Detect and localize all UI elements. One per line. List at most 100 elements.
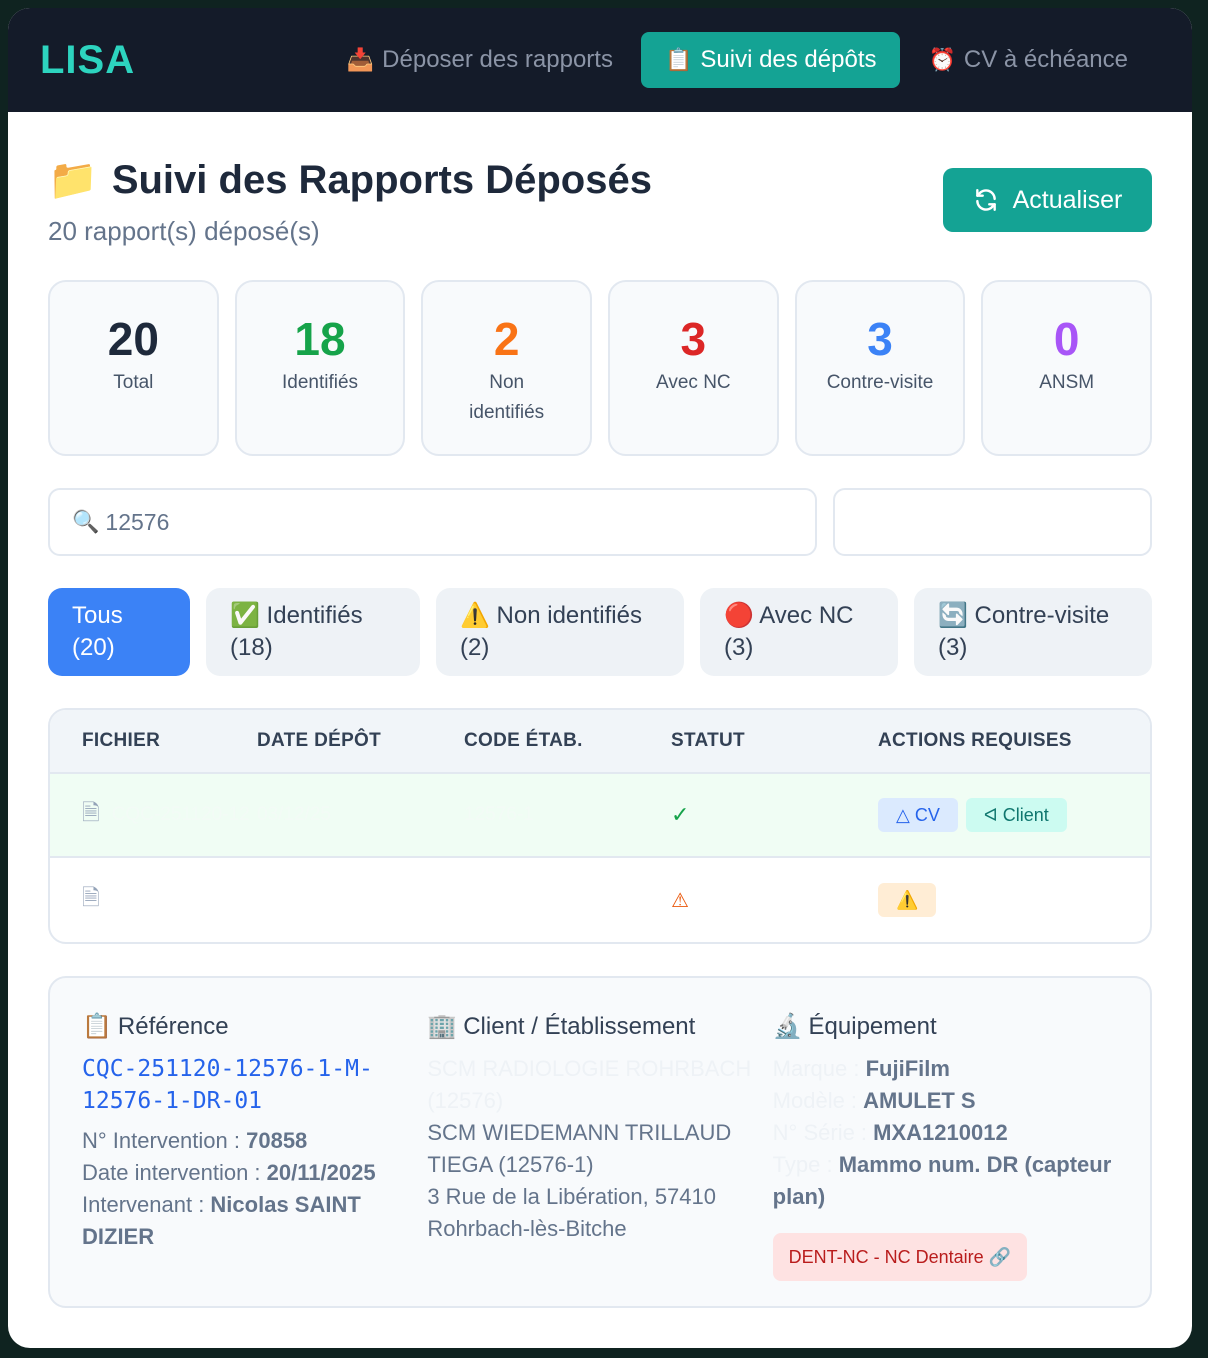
stat-label: ANSM: [1039, 372, 1095, 393]
field-value: 70858: [246, 1128, 308, 1153]
field-label: Modèle :: [772, 1088, 864, 1113]
filter-tous[interactable]: Tous (20): [48, 588, 190, 676]
reference-title: Référence: [117, 1013, 229, 1040]
actions-cell: △ CV ᐊ Client: [878, 798, 1150, 832]
building-icon: 🏢: [427, 1013, 458, 1040]
client-address: 3 Rue de la Libération, 57410 Rohrbach-l…: [427, 1184, 716, 1241]
file-name: CQC-251120-12: [111, 804, 250, 825]
stat-non-identifies[interactable]: 2 Non identifiés: [421, 280, 593, 456]
column-header[interactable]: FICHIER: [50, 730, 257, 752]
equipment-heading: 🔬 Équipement: [773, 1012, 1118, 1041]
search-input[interactable]: 🔍 12576: [48, 488, 817, 556]
stat-label: Total: [113, 372, 154, 393]
column-header[interactable]: STATUT: [671, 730, 878, 752]
equipment-marque: Marque : FujiFilm: [773, 1053, 1118, 1085]
alarm-clock-icon: ⏰: [928, 47, 956, 72]
refresh-button[interactable]: Actualiser: [943, 168, 1152, 232]
filter-label: ⚠️ Non identifiés: [460, 602, 642, 629]
field-label: N° Série :: [772, 1120, 874, 1145]
field-value: MXA1210012: [873, 1120, 1008, 1145]
refresh-icon: [975, 189, 996, 211]
stat-value: 3: [867, 313, 893, 365]
stat-ansm[interactable]: 0 ANSM: [981, 280, 1153, 456]
refresh-label: Actualiser: [1012, 185, 1123, 214]
nav-label: Suivi des dépôts: [700, 46, 877, 73]
file-icon: 🗎: [82, 800, 100, 825]
app-logo: LISA: [40, 37, 136, 82]
stat-contre-visite[interactable]: 3 Contre-visite: [794, 280, 966, 456]
file-icon: 🗎: [82, 885, 100, 910]
equipment-modele: Modèle : AMULET S: [773, 1085, 1118, 1117]
equipment-serie: N° Série : MXA1210012: [773, 1117, 1118, 1149]
page-title: 📁 Suivi des Rapports Déposés: [48, 156, 652, 203]
app-window: LISA 📥 Déposer des rapports 📋 Suivi des …: [8, 8, 1192, 1348]
field-label: Intervenant :: [82, 1192, 211, 1217]
inbox-tray-icon: 📥: [346, 47, 375, 72]
reference-heading: 📋 Référence: [82, 1012, 427, 1041]
search-icon: 🔍: [72, 509, 100, 534]
reference-section: 📋 Référence CQC-251120-12576-1-M-12576-1-…: [82, 1012, 427, 1306]
page-title-text: Suivi des Rapports Déposés: [111, 158, 652, 202]
table-row[interactable]: 🗎 CQC-251120-12 03/12/25 12576-1 ✓ △ CV ᐊ …: [50, 774, 1150, 858]
stat-value: 20: [107, 313, 159, 365]
reports-table: FICHIER DATE DÉPÔT CODE ÉTAB. STATUT ACT…: [48, 708, 1152, 944]
stat-label: Avec NC: [656, 372, 731, 393]
filter-count: (3): [938, 634, 968, 661]
nc-tag[interactable]: DENT-NC - NC Dentaire 🔗: [772, 1233, 1028, 1281]
check-icon: ✓: [671, 802, 690, 827]
filter-tabs: Tous (20) ✅ Identifiés (18) ⚠️ Non ident…: [48, 588, 1152, 676]
page-subtitle: 20 rapport(s) déposé(s): [48, 216, 320, 246]
column-header[interactable]: CODE ÉTAB.: [464, 730, 671, 752]
actions-cell: ⚠️: [878, 883, 1150, 917]
top-bar: LISA 📥 Déposer des rapports 📋 Suivi des …: [8, 8, 1192, 112]
main-content: 📁 Suivi des Rapports Déposés 20 rapport(s…: [8, 112, 1192, 1308]
filter-non-identifies[interactable]: ⚠️ Non identifiés (2): [436, 588, 684, 676]
equipment-section: 🔬 Équipement Marque : FujiFilm Modèle : A…: [772, 1012, 1118, 1306]
file-cell: 🗎: [50, 881, 257, 919]
cv-action-tag[interactable]: △ CV: [878, 798, 958, 832]
filter-identifies[interactable]: ✅ Identifiés (18): [206, 588, 420, 676]
nav-deposer-rapports[interactable]: 📥 Déposer des rapports: [323, 32, 637, 88]
filter-count: (20): [72, 634, 115, 661]
nav-cv-echeance[interactable]: ⏰ CV à échéance: [904, 32, 1152, 88]
nav-label: Déposer des rapports: [382, 46, 613, 73]
stat-identifies[interactable]: 18 Identifiés: [234, 280, 406, 456]
page-header: 📁 Suivi des Rapports Déposés 20 rapport(s…: [48, 112, 1152, 280]
client-group-name: SCM RADIOLOGIE ROHRBACH (12576): [427, 1056, 752, 1113]
client-heading: 🏢 Client / Établissement: [427, 1012, 772, 1041]
equipment-type: Type : Mammo num. DR (capteur plan): [773, 1149, 1118, 1213]
filter-count: (2): [460, 634, 490, 661]
warning-action-tag[interactable]: ⚠️: [878, 883, 937, 917]
field-label: Type :: [772, 1152, 839, 1177]
column-header[interactable]: ACTIONS REQUISES: [878, 730, 1150, 752]
stat-value: 3: [680, 313, 707, 365]
client-action-tag[interactable]: ᐊ Client: [965, 798, 1067, 832]
filter-label: Tous: [72, 602, 123, 629]
table-row[interactable]: 🗎 ⚠ ⚠️: [50, 858, 1150, 942]
microscope-icon: 🔬: [772, 1013, 803, 1040]
clipboard-icon: 📋: [664, 47, 693, 72]
intervention-date: Date intervention : 20/11/2025: [82, 1157, 427, 1189]
stat-avec-nc[interactable]: 3 Avec NC: [608, 280, 779, 456]
filter-contre-visite[interactable]: 🔄 Contre-visite (3): [914, 588, 1152, 676]
field-value: FujiFilm: [865, 1056, 950, 1081]
file-cell: 🗎 CQC-251120-12: [50, 796, 257, 834]
reference-code[interactable]: CQC-251120-12576-1-M-12576-1-DR-01: [82, 1053, 402, 1117]
field-label: Marque :: [772, 1056, 866, 1081]
filter-avec-nc[interactable]: 🔴 Avec NC (3): [700, 588, 898, 676]
filter-label: 🔄 Contre-visite: [938, 602, 1110, 629]
stat-value: 0: [1053, 313, 1080, 365]
stat-total[interactable]: 20 Total: [48, 280, 219, 456]
status-cell: ⚠: [671, 888, 878, 913]
filter-label: ✅ Identifiés: [230, 602, 363, 629]
column-header[interactable]: DATE DÉPÔT: [257, 730, 464, 752]
status-cell: ✓: [671, 802, 878, 828]
nav-suivi-depots[interactable]: 📋 Suivi des dépôts: [640, 32, 901, 88]
intervenant: Intervenant : Nicolas SAINT DIZIER: [82, 1189, 427, 1253]
filter-select[interactable]: [833, 488, 1152, 556]
table-header: FICHIER DATE DÉPÔT CODE ÉTAB. STATUT ACT…: [50, 710, 1150, 774]
client-name: SCM WIEDEMANN TRILLAUD TIEGA (12576-1): [427, 1120, 732, 1177]
code-cell: 12576-1: [464, 804, 534, 825]
folder-icon: 📁: [48, 158, 98, 202]
filter-count: (18): [230, 634, 273, 661]
